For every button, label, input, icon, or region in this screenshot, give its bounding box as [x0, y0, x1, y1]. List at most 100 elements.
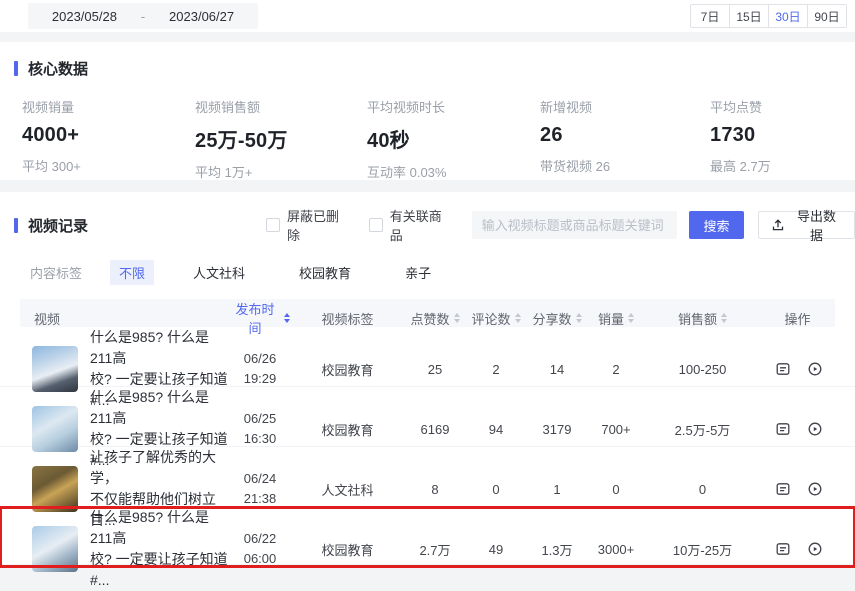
video-tag-cell: 校园教育 [290, 360, 405, 379]
shares-cell: 1 [527, 482, 587, 497]
filter-option-campus-education[interactable]: 校园教育 [290, 260, 360, 285]
metric-sub: 带货视频 26 [540, 156, 710, 175]
play-circle-icon[interactable] [807, 481, 823, 497]
export-data-button[interactable]: 导出数据 [758, 211, 855, 239]
section-accent-bar [14, 218, 18, 233]
section-title-text: 核心数据 [28, 58, 88, 79]
actions-cell [760, 541, 855, 557]
col-header-label: 点赞数 [410, 309, 449, 328]
core-data-section: 核心数据 视频销量 4000+ 平均 300+ 视频销售额 25万-50万 平均… [0, 42, 855, 180]
play-circle-icon[interactable] [807, 421, 823, 437]
likes-cell: 25 [405, 362, 465, 377]
publish-date: 06/25 [230, 409, 290, 429]
metrics-row: 视频销量 4000+ 平均 300+ 视频销售额 25万-50万 平均 1万+ … [14, 79, 855, 181]
period-button-30d[interactable]: 30日 [768, 4, 808, 28]
revenue-cell: 0 [645, 482, 760, 497]
detail-icon[interactable] [775, 421, 791, 437]
publish-time-cell: 06/22 06:00 [230, 529, 290, 569]
play-circle-icon[interactable] [807, 361, 823, 377]
sales-cell: 3000+ [587, 542, 645, 557]
period-button-7d[interactable]: 7日 [690, 4, 730, 28]
sort-icon [628, 313, 634, 323]
date-end: 2023/06/27 [169, 9, 234, 24]
metric-sub: 平均 300+ [22, 156, 195, 175]
col-header-comments[interactable]: 评论数 [465, 309, 527, 328]
table-header: 视频 发布时间 视频标签 点赞数 评论数 分享数 销量 [20, 299, 835, 327]
metric-sub: 最高 2.7万 [710, 156, 771, 175]
detail-icon[interactable] [775, 481, 791, 497]
revenue-cell: 10万-25万 [645, 540, 760, 559]
col-header-video: 视频 [20, 309, 230, 328]
period-segments: 7日 15日 30日 90日 [690, 4, 847, 28]
video-thumbnail[interactable] [32, 406, 78, 452]
section-title-text: 视频记录 [28, 215, 88, 236]
metric-label: 平均视频时长 [367, 97, 540, 116]
analytics-page: 2023/05/28 - 2023/06/27 7日 15日 30日 90日 核… [0, 0, 855, 564]
video-tag-cell: 校园教育 [290, 420, 405, 439]
video-title-line2: 校? 一定要让孩子知道#... [90, 549, 230, 591]
period-button-90d[interactable]: 90日 [807, 4, 847, 28]
metric-value: 25万-50万 [195, 124, 367, 153]
date-start: 2023/05/28 [52, 9, 117, 24]
metric-label: 视频销售额 [195, 97, 367, 116]
core-data-title: 核心数据 [14, 58, 855, 79]
video-thumbnail[interactable] [32, 526, 78, 572]
col-header-shares[interactable]: 分享数 [527, 309, 587, 328]
col-header-sales[interactable]: 销量 [587, 309, 645, 328]
revenue-cell: 100-250 [645, 362, 760, 377]
sales-cell: 0 [587, 482, 645, 497]
col-header-likes[interactable]: 点赞数 [405, 309, 465, 328]
top-bar: 2023/05/28 - 2023/06/27 7日 15日 30日 90日 [0, 0, 855, 32]
metric-value: 40秒 [367, 124, 540, 153]
comments-cell: 94 [465, 422, 527, 437]
likes-cell: 6169 [405, 422, 465, 437]
metric-sub: 互动率 0.03% [367, 162, 540, 181]
table-row: 什么是985? 什么是211高 校? 一定要让孩子知道#... 06/26 19… [0, 327, 855, 387]
table-row-highlighted: 什么是985? 什么是211高 校? 一定要让孩子知道#... 06/22 06… [0, 507, 855, 567]
likes-cell: 8 [405, 482, 465, 497]
publish-date: 06/24 [230, 469, 290, 489]
metric-new-videos: 新增视频 26 带货视频 26 [540, 97, 710, 181]
publish-clock: 16:30 [230, 429, 290, 449]
col-header-publish-time[interactable]: 发布时间 [230, 299, 290, 337]
video-title-line1: 什么是985? 什么是211高 [90, 327, 230, 369]
table-row: 让孩子了解优秀的大学， 不仅能帮助他们树立目... 06/24 21:38 人文… [0, 447, 855, 507]
checkbox-hide-deleted[interactable]: 屏蔽已删除 [266, 206, 351, 244]
col-header-revenue[interactable]: 销售额 [645, 309, 760, 328]
col-header-label: 评论数 [471, 309, 510, 328]
publish-clock: 19:29 [230, 369, 290, 389]
checkbox-has-product[interactable]: 有关联商品 [369, 206, 454, 244]
video-thumbnail[interactable] [32, 466, 78, 512]
col-header-actions: 操作 [760, 309, 835, 328]
comments-cell: 49 [465, 542, 527, 557]
period-button-15d[interactable]: 15日 [729, 4, 769, 28]
video-tag-cell: 人文社科 [290, 480, 405, 499]
publish-time-cell: 06/26 19:29 [230, 349, 290, 389]
filter-option-unlimited[interactable]: 不限 [110, 260, 154, 285]
detail-icon[interactable] [775, 541, 791, 557]
metric-label: 视频销量 [22, 97, 195, 116]
video-thumbnail[interactable] [32, 346, 78, 392]
checkbox-icon[interactable] [266, 218, 280, 232]
video-title[interactable]: 什么是985? 什么是211高 校? 一定要让孩子知道#... [90, 507, 230, 591]
search-button[interactable]: 搜索 [689, 211, 744, 239]
export-button-label: 导出数据 [791, 206, 842, 244]
comments-cell: 2 [465, 362, 527, 377]
search-input[interactable] [472, 211, 677, 239]
shares-cell: 1.3万 [527, 540, 587, 559]
checkbox-icon[interactable] [369, 218, 383, 232]
date-range-picker[interactable]: 2023/05/28 - 2023/06/27 [28, 3, 258, 29]
filter-option-humanities[interactable]: 人文社科 [184, 260, 254, 285]
col-header-label: 发布时间 [230, 299, 280, 337]
metric-label: 平均点赞 [710, 97, 771, 116]
shares-cell: 3179 [527, 422, 587, 437]
filter-option-parenting[interactable]: 亲子 [396, 260, 440, 285]
actions-cell [760, 421, 855, 437]
publish-time-cell: 06/24 21:38 [230, 469, 290, 509]
metric-label: 新增视频 [540, 97, 710, 116]
play-circle-icon[interactable] [807, 541, 823, 557]
content-tag-filter: 内容标签 不限 人文社科 校园教育 亲子 [0, 244, 855, 285]
metric-value: 4000+ [22, 124, 195, 147]
detail-icon[interactable] [775, 361, 791, 377]
checkbox-label: 屏蔽已删除 [287, 206, 351, 244]
